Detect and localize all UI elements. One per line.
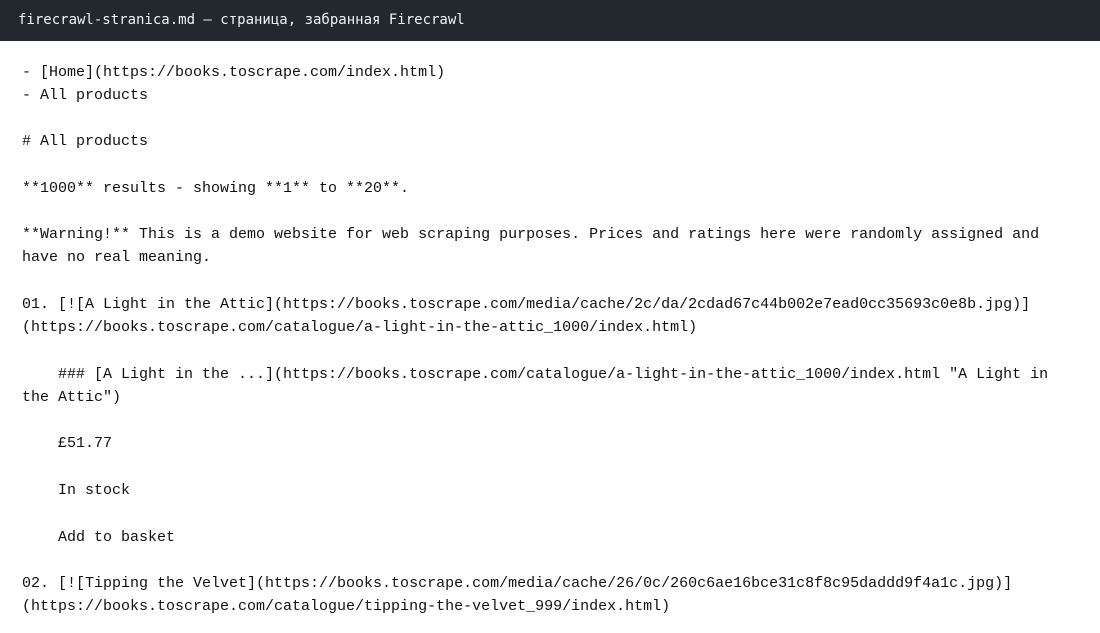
warning-line-2: have no real meaning.	[22, 249, 212, 266]
product-01-link-line: (https://books.toscrape.com/catalogue/a-…	[22, 319, 698, 336]
product-01-image-line: 01. [![A Light in the Attic](https://boo…	[22, 296, 1031, 313]
page-heading-line: # All products	[22, 133, 149, 150]
window-title: firecrawl-stranica.md — страница, забран…	[0, 0, 1100, 41]
results-count-line: **1000** results - showing **1** to **20…	[22, 180, 410, 197]
breadcrumb-home-line: - [Home](https://books.toscrape.com/inde…	[22, 64, 446, 81]
product-01-add-to-basket: Add to basket	[58, 529, 176, 546]
product-02-image-line: 02. [![Tipping the Velvet](https://books…	[22, 575, 1013, 592]
breadcrumb-all-products-line: - All products	[22, 87, 149, 104]
product-01-price: £51.77	[58, 435, 113, 452]
product-02-link-line: (https://books.toscrape.com/catalogue/ti…	[22, 598, 671, 615]
warning-line-1: **Warning!** This is a demo website for …	[22, 226, 1040, 243]
product-01-availability: In stock	[58, 482, 131, 499]
product-01-title-heading-cont: the Attic")	[22, 389, 122, 406]
product-01-title-heading-line: ### [A Light in the ...](https://books.t…	[58, 366, 1049, 383]
